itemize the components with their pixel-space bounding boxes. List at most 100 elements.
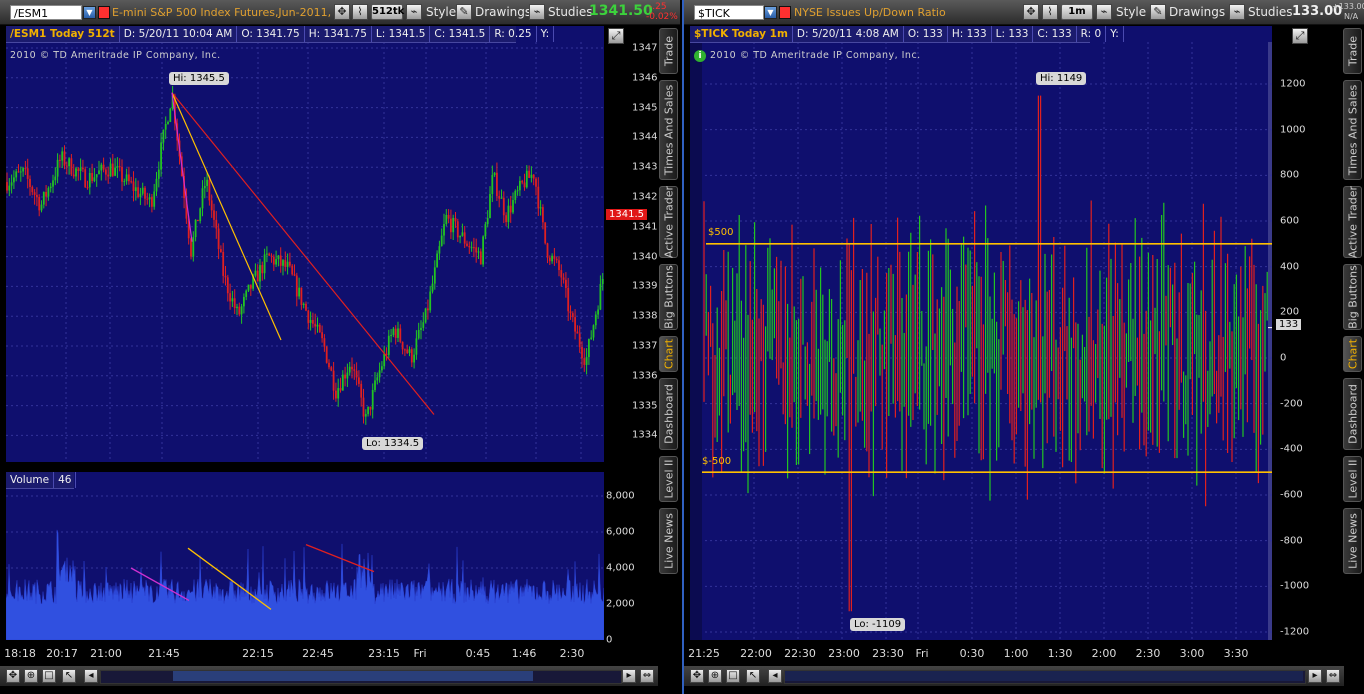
candle-body	[157, 169, 160, 179]
style-icon[interactable]: ⌁	[406, 4, 422, 20]
candle-body	[217, 228, 220, 250]
scroll-left-icon[interactable]: ◂	[768, 669, 782, 683]
candle-body	[438, 246, 441, 254]
time-scrollbar[interactable]	[100, 670, 622, 684]
candle-body	[125, 174, 128, 182]
left-side-tabs: Trade Times And Sales Active Trader Big But…	[658, 26, 680, 586]
tab-active-trader[interactable]: Active Trader	[659, 186, 678, 258]
tick-axis-label: -1000	[1280, 580, 1310, 592]
candle-body	[88, 172, 91, 188]
tab-level-ii[interactable]: Level II	[659, 456, 678, 502]
candle-body	[206, 179, 208, 186]
reset-icon[interactable]: □	[42, 669, 56, 683]
tab-times-and-sales[interactable]: Times And Sales	[1343, 80, 1362, 180]
crosshair-icon[interactable]: ✥	[1023, 4, 1039, 20]
candle-body	[321, 332, 323, 339]
zoom-icon[interactable]: ⊕	[24, 669, 38, 683]
link-icon[interactable]	[779, 6, 791, 19]
style-button[interactable]: Style	[1116, 4, 1146, 20]
tab-big-buttons[interactable]: Big Buttons	[1343, 264, 1362, 330]
drawings-icon[interactable]: ✎	[1150, 4, 1166, 20]
info-icon[interactable]: i	[694, 50, 706, 62]
fit-icon[interactable]: ⇔	[640, 669, 654, 683]
tab-active-trader[interactable]: Active Trader	[1343, 186, 1362, 258]
drawing-tool-icon[interactable]: ⌇	[1042, 4, 1058, 20]
aggregation-button[interactable]: 1m	[1061, 4, 1093, 20]
symbol-dropdown-button[interactable]: ▼	[764, 6, 777, 19]
red-trendline	[171, 92, 435, 415]
style-button[interactable]: Style	[426, 4, 456, 20]
candle-body	[360, 383, 363, 398]
expand-icon[interactable]: ⤢	[608, 28, 624, 44]
aggregation-button[interactable]: 512tk	[371, 4, 404, 20]
studies-button[interactable]: Studies	[1248, 4, 1293, 20]
tick-axis[interactable]: ⤢ 1200 1000 800 600 400 200 0 -200 -400 -600 -800 -…	[1272, 26, 1322, 640]
scroll-right-icon[interactable]: ▸	[1308, 669, 1322, 683]
fit-icon[interactable]: ⇔	[1326, 669, 1340, 683]
scrollbar-thumb[interactable]	[785, 671, 1303, 681]
symbol-input[interactable]: /ESM1	[10, 5, 82, 20]
pan-icon[interactable]: ✥	[6, 669, 20, 683]
pointer-icon[interactable]: ↖	[746, 669, 760, 683]
tab-big-buttons[interactable]: Big Buttons	[659, 264, 678, 330]
expand-icon[interactable]: ⤢	[1292, 28, 1308, 44]
tab-trade[interactable]: Trade	[1343, 28, 1362, 74]
scrollbar-thumb[interactable]	[173, 671, 533, 681]
symbol-dropdown-button[interactable]: ▼	[83, 6, 96, 19]
candle-body	[59, 159, 61, 161]
tab-chart[interactable]: Chart	[659, 336, 678, 372]
pointer-icon[interactable]: ↖	[62, 669, 76, 683]
tab-label: Active Trader	[662, 185, 675, 259]
candle-body	[367, 406, 369, 415]
tab-live-news[interactable]: Live News	[1343, 508, 1362, 574]
time-axis-label: 21:45	[148, 647, 180, 660]
volume-chart[interactable]: Volume 46	[6, 472, 604, 640]
zoom-icon[interactable]: ⊕	[708, 669, 722, 683]
tab-dashboard[interactable]: Dashboard	[659, 378, 678, 450]
drawings-button[interactable]: Drawings	[475, 4, 531, 20]
candle-body	[213, 210, 215, 220]
last-price: 1341.50	[589, 3, 653, 19]
link-icon[interactable]	[98, 6, 110, 19]
candle-body	[420, 327, 422, 330]
crosshair-icon[interactable]: ✥	[334, 4, 350, 20]
candle-body	[452, 217, 455, 233]
studies-icon[interactable]: ⌁	[1229, 4, 1245, 20]
drawing-tool-icon[interactable]: ⌇	[352, 4, 368, 20]
tab-live-news[interactable]: Live News	[659, 508, 678, 574]
candle-body	[537, 186, 540, 209]
scroll-right-icon[interactable]: ▸	[622, 669, 636, 683]
tab-chart[interactable]: Chart	[1343, 336, 1362, 372]
candle-body	[284, 260, 287, 267]
tab-dashboard[interactable]: Dashboard	[1343, 378, 1362, 450]
pan-icon[interactable]: ✥	[690, 669, 704, 683]
lower-line-label: $-500	[702, 456, 732, 467]
candle-body	[40, 204, 43, 211]
time-scrollbar[interactable]	[784, 670, 1306, 684]
drawings-button[interactable]: Drawings	[1169, 4, 1225, 20]
symbol-input[interactable]: $TICK	[694, 5, 764, 20]
candle-body	[597, 309, 599, 315]
candle-body	[374, 380, 376, 390]
drawings-icon[interactable]: ✎	[456, 4, 472, 20]
reset-icon[interactable]: □	[726, 669, 740, 683]
tab-label: Level II	[1346, 459, 1359, 499]
candle-body	[282, 260, 284, 266]
price-axis[interactable]: ⤢ 1347 1346 1345 1344 1343 1342 1341 1340 1339 13…	[604, 26, 657, 462]
scroll-left-icon[interactable]: ◂	[84, 669, 98, 683]
tick-chart[interactable]: $TICK Today 1m D: 5/20/11 4:08 AM O: 133…	[690, 26, 1272, 640]
tab-level-ii[interactable]: Level II	[1343, 456, 1362, 502]
tab-times-and-sales[interactable]: Times And Sales	[659, 80, 678, 180]
candle-body	[293, 274, 296, 276]
style-icon[interactable]: ⌁	[1096, 4, 1112, 20]
tab-trade[interactable]: Trade	[659, 28, 678, 74]
close-field: C: 1341.5	[430, 26, 491, 42]
candle-body	[300, 287, 303, 305]
candle-body	[519, 180, 521, 191]
price-chart[interactable]: /ESM1 Today 512t D: 5/20/11 10:04 AM O: …	[6, 26, 604, 462]
studies-button[interactable]: Studies	[548, 4, 593, 20]
studies-icon[interactable]: ⌁	[529, 4, 545, 20]
candle-body	[323, 338, 326, 347]
candle-body	[484, 224, 487, 237]
candle-body	[355, 370, 358, 378]
